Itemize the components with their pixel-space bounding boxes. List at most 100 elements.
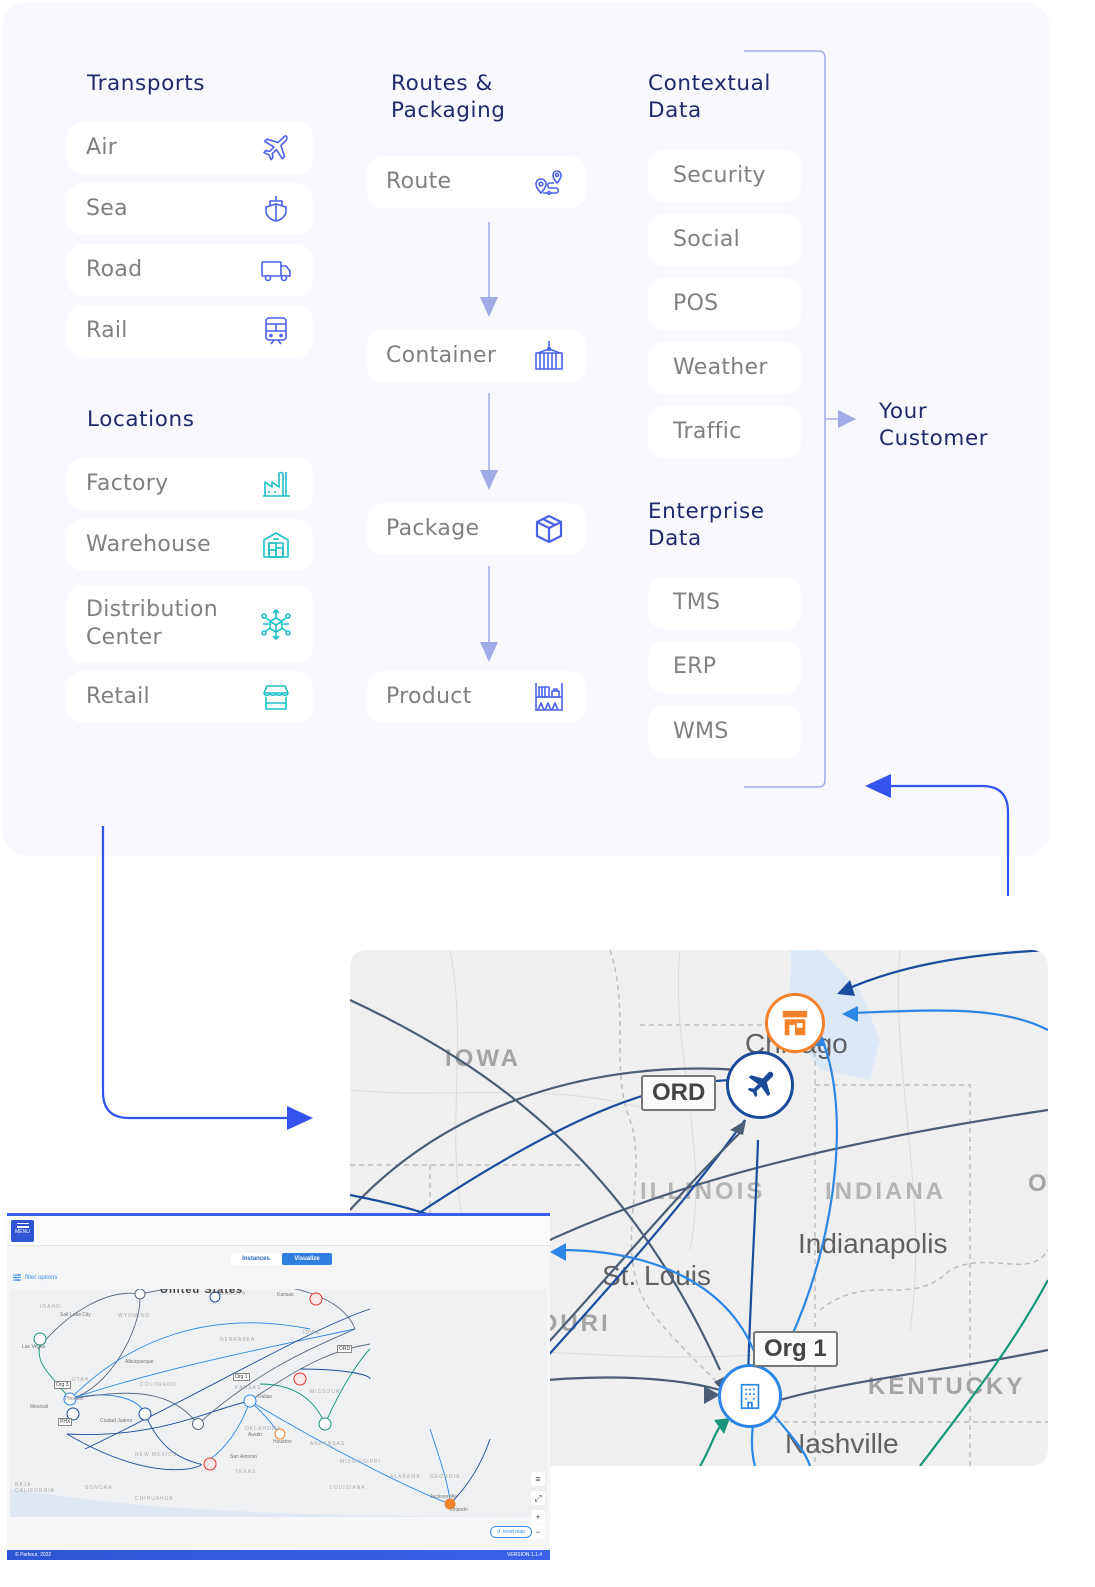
route-card-container[interactable]: Container — [367, 330, 586, 382]
mini-city-label: Dallas — [258, 1394, 272, 1400]
org-node-org1[interactable] — [718, 1364, 782, 1428]
transports-heading: Transports — [87, 71, 206, 96]
card-label: Security — [673, 163, 766, 188]
enterprise-card-wms[interactable]: WMS — [648, 706, 801, 758]
distribution-network-icon — [259, 607, 293, 641]
route-pins-icon — [532, 165, 566, 199]
transport-card-sea[interactable]: Sea — [67, 183, 313, 235]
location-card-warehouse[interactable]: Warehouse — [67, 519, 313, 571]
fullscreen-button[interactable]: ⤢ — [531, 1491, 545, 1505]
enterprise-card-erp[interactable]: ERP — [648, 641, 801, 693]
route-line — [851, 1009, 1048, 1031]
mini-country-label: United States — [160, 1289, 244, 1296]
filter-options-button[interactable]: filter options — [13, 1274, 57, 1281]
card-label: Factory — [86, 471, 169, 496]
mini-city-label: Kansas — [277, 1292, 294, 1298]
mini-tag: PHX — [58, 1418, 73, 1426]
mini-state-label: COLORADO — [140, 1382, 177, 1388]
card-label-line1: Distribution — [86, 597, 218, 622]
product-shelf-icon — [532, 680, 566, 714]
card-label: Social — [673, 227, 741, 252]
enterprise-card-tms[interactable]: TMS — [648, 577, 801, 629]
card-label-line2: Center — [86, 625, 162, 650]
customer-line1: Your — [879, 399, 928, 424]
arrowhead — [837, 980, 855, 996]
card-label: Package — [386, 516, 480, 541]
mini-state-label: KANSAS — [235, 1385, 262, 1391]
enterprise-heading-line1: Enterprise — [648, 499, 765, 524]
contextual-heading: Contextual Data — [648, 70, 771, 124]
location-card-distribution-center[interactable]: Distribution Center — [67, 585, 313, 663]
transport-card-road[interactable]: Road — [67, 244, 313, 296]
card-label: WMS — [673, 719, 729, 744]
routes-heading-line1: Routes & — [391, 71, 494, 96]
route-card-package[interactable]: Package — [367, 503, 586, 555]
menu-label: MENU — [15, 1229, 30, 1235]
mini-tag: Org 1 — [233, 1373, 250, 1381]
mini-city-label: Phoenix — [65, 1396, 84, 1402]
card-label: Route — [386, 169, 452, 194]
mini-city-label: Jacksonville — [430, 1494, 457, 1500]
routes-heading-line2: Packaging — [391, 98, 506, 123]
card-label: Product — [386, 684, 472, 709]
menu-button[interactable]: MENU — [11, 1220, 34, 1242]
context-card-security[interactable]: Security — [648, 150, 801, 202]
zoom-in-button[interactable]: + — [531, 1510, 545, 1524]
airport-tag-ord: ORD — [641, 1075, 717, 1111]
mini-map-routes — [10, 1289, 547, 1517]
zoom-out-button[interactable]: − — [531, 1525, 545, 1539]
mini-state-label: SONORA — [85, 1485, 113, 1491]
customer-line2: Customer — [879, 426, 989, 451]
layers-icon: ≡ — [535, 1474, 541, 1484]
tab-instances[interactable]: Instances — [231, 1253, 281, 1265]
mini-app-window: MENU Instances Visualize filter options — [7, 1213, 550, 1560]
context-card-pos[interactable]: POS — [648, 278, 801, 330]
office-building-icon — [740, 1383, 760, 1410]
context-card-weather[interactable]: Weather — [648, 342, 801, 394]
storefront-icon — [259, 680, 293, 714]
layers-button[interactable]: ≡ — [531, 1472, 545, 1486]
routes-heading: Routes & Packaging — [391, 70, 506, 124]
card-label: Road — [86, 257, 143, 282]
train-icon — [259, 314, 293, 348]
route-card-route[interactable]: Route — [367, 156, 586, 208]
mini-map[interactable]: DAKOTA IDAHO WYOMING IOWA NEBRASKA UTAH … — [10, 1289, 547, 1517]
mini-state-label: IOWA — [303, 1330, 321, 1336]
contextual-heading-line1: Contextual — [648, 71, 772, 96]
reset-map-button[interactable]: ↺ reset map — [489, 1526, 532, 1538]
transport-card-rail[interactable]: Rail — [67, 305, 313, 357]
box-icon — [532, 512, 566, 546]
card-label: ERP — [673, 654, 717, 679]
filter-options-label: filter options — [25, 1274, 58, 1281]
route-line — [788, 1034, 838, 1341]
mini-state-label: TEXAS — [235, 1469, 257, 1475]
retail-node-chicago[interactable] — [765, 993, 825, 1053]
transport-card-air[interactable]: Air — [67, 122, 313, 174]
tab-visualize[interactable]: Visualize — [282, 1253, 332, 1265]
mini-city-label: Ciudad Juárez — [100, 1418, 133, 1424]
mini-state-label: UTAH — [72, 1377, 90, 1383]
org-tag-org1: Org 1 — [753, 1331, 838, 1367]
context-card-social[interactable]: Social — [648, 214, 801, 266]
mini-state-label: LOUISIANA — [330, 1485, 366, 1491]
location-card-factory[interactable]: Factory — [67, 458, 313, 510]
arrowhead — [842, 1006, 858, 1022]
airplane-icon — [259, 131, 293, 165]
location-card-retail[interactable]: Retail — [67, 671, 313, 723]
minus-icon: − — [535, 1527, 541, 1537]
card-label: POS — [673, 291, 719, 316]
route-card-product[interactable]: Product — [367, 671, 586, 723]
arrowhead — [550, 1243, 566, 1261]
mini-state-label: BAJA CALIFORNIA — [15, 1482, 56, 1494]
card-label: TMS — [673, 590, 721, 615]
expand-icon: ⤢ — [534, 1492, 542, 1503]
mini-state-label: MISSOURI — [310, 1389, 343, 1395]
shipping-container-icon — [532, 339, 566, 373]
airport-node-ord[interactable] — [726, 1051, 794, 1119]
locations-heading: Locations — [87, 407, 195, 432]
mini-state-label: NEW MEXICO — [135, 1452, 178, 1458]
card-label: Traffic — [673, 419, 742, 444]
card-label: Retail — [86, 684, 150, 709]
context-card-traffic[interactable]: Traffic — [648, 406, 801, 458]
sliders-icon — [13, 1274, 21, 1281]
